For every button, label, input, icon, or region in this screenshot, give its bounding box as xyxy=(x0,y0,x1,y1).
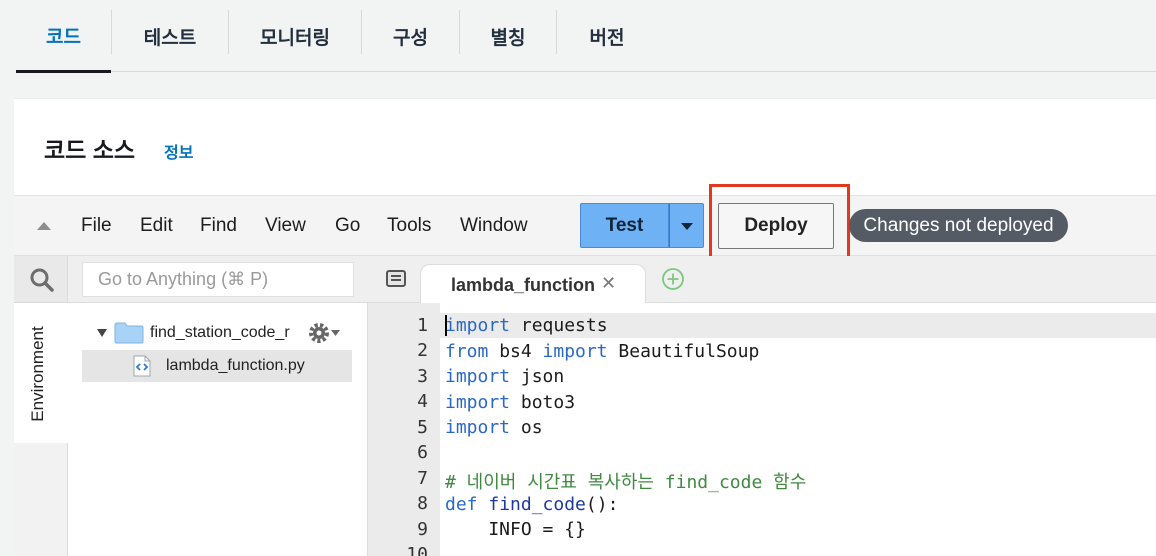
editor-tab-bar: lambda_function ✕ xyxy=(368,256,1156,304)
code-line: import os xyxy=(445,417,543,438)
code-token: from xyxy=(445,340,489,362)
code-token: bs4 xyxy=(488,340,543,362)
code-token: import xyxy=(445,391,511,413)
line-number: 2 xyxy=(417,340,428,361)
code-token: import xyxy=(445,315,511,336)
test-button[interactable]: Test xyxy=(580,203,669,248)
line-number: 5 xyxy=(417,417,428,438)
code-token: def xyxy=(445,493,478,515)
side-panel-strip: Environment xyxy=(14,303,68,556)
line-number: 3 xyxy=(417,366,428,387)
code-line: import json xyxy=(445,366,564,387)
line-number: 4 xyxy=(417,391,428,412)
test-dropdown-button[interactable] xyxy=(669,203,704,248)
line-number: 6 xyxy=(417,442,428,463)
tree-file-label: lambda_function.py xyxy=(166,357,305,374)
tree-folder[interactable]: find_station_code_r xyxy=(82,317,352,349)
page-title: 코드 소스 xyxy=(44,137,136,163)
code-token: import xyxy=(445,366,511,387)
menu-window[interactable]: Window xyxy=(460,215,528,237)
tree-file[interactable]: lambda_function.py xyxy=(82,350,352,382)
line-number: 1 xyxy=(417,315,428,336)
environment-tree: find_station_code_r lambda_function.py xyxy=(68,256,368,556)
caret-down-icon xyxy=(681,223,693,230)
tab-code[interactable]: 코드 xyxy=(16,0,111,73)
tab-bar: 코드 테스트 모니터링 구성 별칭 버전 xyxy=(16,0,1156,73)
tab-test[interactable]: 테스트 xyxy=(112,0,228,72)
menu-find[interactable]: Find xyxy=(200,215,237,237)
line-number-gutter: 1 2 3 4 5 6 7 8 9 10 xyxy=(368,303,440,556)
code-line: import requests xyxy=(445,315,608,336)
code-line: INFO = {} xyxy=(445,519,586,540)
chevron-down-icon[interactable] xyxy=(96,328,108,338)
code-line: def find_code(): xyxy=(445,494,618,515)
menu-tools[interactable]: Tools xyxy=(387,215,431,237)
close-icon[interactable]: ✕ xyxy=(601,273,616,294)
environment-label: Environment xyxy=(28,326,47,422)
code-token: # 네이버 시간표 복사하는 find_code 함수 xyxy=(445,472,807,493)
code-token: BeautifulSoup xyxy=(607,340,760,362)
code-source-panel: 코드 소스 정보 File Edit Find View Go Tools Wi… xyxy=(14,98,1156,556)
line-number: 10 xyxy=(406,544,428,556)
line-number: 7 xyxy=(417,468,428,489)
add-tab-icon[interactable] xyxy=(661,267,685,291)
code-token: boto3 xyxy=(510,391,576,413)
caret-down-icon[interactable] xyxy=(331,329,340,337)
gear-icon[interactable] xyxy=(308,322,330,344)
code-token: find_code xyxy=(488,493,586,515)
code-token: INFO = {} xyxy=(445,519,586,540)
status-badge: Changes not deployed xyxy=(849,209,1068,242)
tree-folder-label: find_station_code_r xyxy=(150,324,290,341)
python-file-icon xyxy=(133,355,151,377)
code-token: json xyxy=(510,366,565,387)
folder-icon xyxy=(114,322,144,344)
editor-tab-lambda-function[interactable]: lambda_function ✕ xyxy=(420,264,646,304)
code-token: requests xyxy=(510,315,608,336)
tab-list-icon[interactable] xyxy=(384,269,408,289)
code-editor[interactable]: import requests from bs4 import Beautiful… xyxy=(440,303,1156,556)
tab-configuration[interactable]: 구성 xyxy=(362,0,459,72)
line-number: 9 xyxy=(417,519,428,540)
search-icon xyxy=(30,268,54,292)
tab-aliases[interactable]: 별칭 xyxy=(460,0,556,72)
code-token: os xyxy=(510,417,543,438)
menu-view[interactable]: View xyxy=(265,215,306,237)
tree-search-bar xyxy=(68,256,368,303)
text-cursor xyxy=(445,315,447,336)
code-token: import xyxy=(542,340,608,362)
menu-edit[interactable]: Edit xyxy=(140,215,173,237)
collapse-arrow-icon[interactable] xyxy=(37,222,51,230)
tab-versions[interactable]: 버전 xyxy=(557,0,657,72)
deploy-button[interactable]: Deploy xyxy=(718,203,834,249)
code-line: import boto3 xyxy=(445,392,575,413)
code-token: import xyxy=(445,417,511,438)
code-line: # 네이버 시간표 복사하는 find_code 함수 xyxy=(445,468,806,494)
go-to-anything-input[interactable] xyxy=(82,262,354,297)
ide-menubar: File Edit Find View Go Tools Window Test… xyxy=(14,184,1156,268)
menu-go[interactable]: Go xyxy=(335,215,360,237)
line-number: 8 xyxy=(417,493,428,514)
tab-monitoring[interactable]: 모니터링 xyxy=(229,0,361,72)
info-link[interactable]: 정보 xyxy=(164,139,193,163)
code-token: (): xyxy=(585,493,619,515)
environment-tab[interactable]: Environment xyxy=(14,303,68,443)
editor-tab-label: lambda_function xyxy=(451,275,596,295)
search-toggle[interactable] xyxy=(14,256,68,303)
code-line: from bs4 import BeautifulSoup xyxy=(445,341,759,362)
menu-file[interactable]: File xyxy=(81,215,112,237)
